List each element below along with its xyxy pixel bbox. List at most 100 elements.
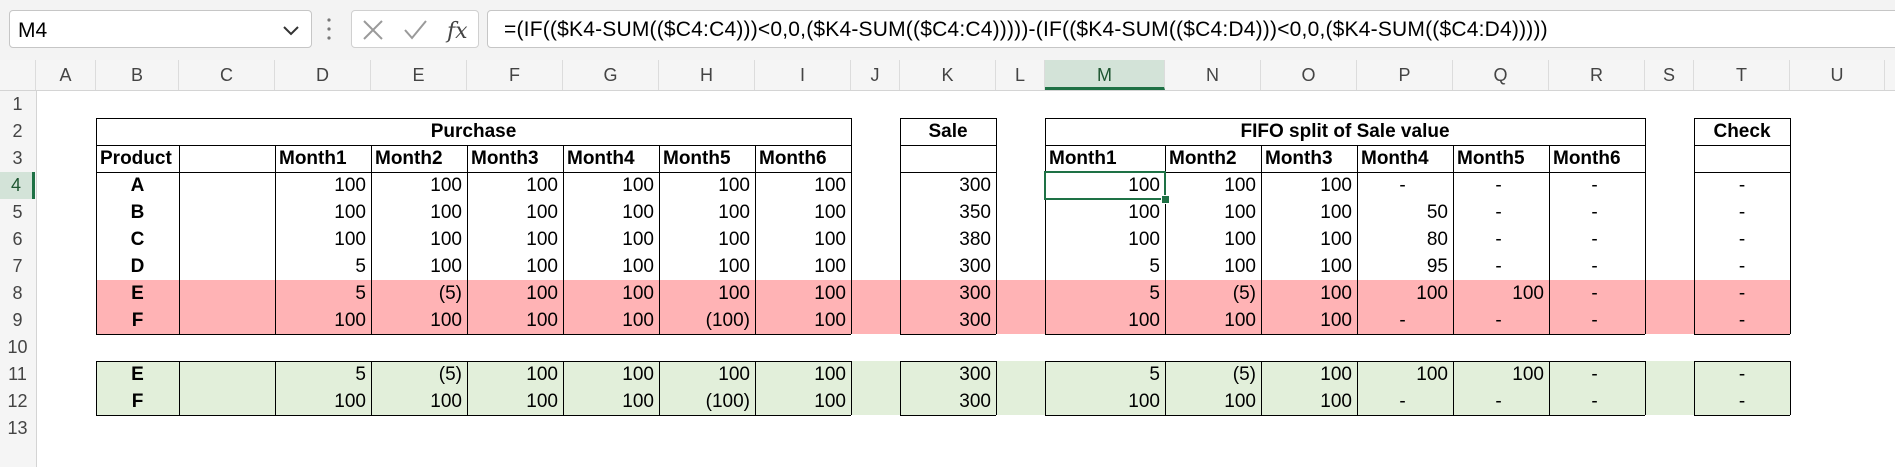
fifo-cell[interactable]: 50 (1357, 199, 1453, 226)
fifo-cell[interactable]: - (1453, 199, 1549, 226)
fifo-cell[interactable]: 100 (1261, 253, 1357, 280)
check-cell[interactable]: - (1694, 199, 1790, 226)
purchase-cell[interactable]: 100 (563, 388, 659, 415)
column-header-f[interactable]: F (467, 60, 563, 90)
check-cell[interactable]: - (1694, 361, 1790, 388)
purchase-cell[interactable]: 100 (563, 226, 659, 253)
fifo-cell[interactable]: - (1549, 253, 1645, 280)
fifo-cell[interactable]: 100 (1453, 361, 1549, 388)
row-header-7[interactable]: 7 (0, 253, 35, 280)
purchase-cell[interactable]: 100 (467, 172, 563, 199)
purchase-cell[interactable]: 100 (755, 199, 851, 226)
purchase-cell[interactable]: 100 (659, 361, 755, 388)
purchase-cell[interactable]: 100 (659, 172, 755, 199)
purchase-cell[interactable]: 100 (563, 307, 659, 334)
column-header-o[interactable]: O (1261, 60, 1357, 90)
column-header-r[interactable]: R (1549, 60, 1645, 90)
purchase-cell[interactable]: 100 (659, 253, 755, 280)
purchase-cell[interactable]: 100 (275, 172, 371, 199)
purchase-cell[interactable]: 100 (467, 307, 563, 334)
fifo-cell[interactable]: (5) (1165, 280, 1261, 307)
purchase-month-header[interactable]: Month2 (371, 145, 467, 172)
name-box-value[interactable]: M4 (18, 19, 47, 43)
purchase-header[interactable]: Purchase (96, 118, 851, 145)
sale-cell[interactable]: 300 (900, 253, 996, 280)
fifo-cell[interactable]: 100 (1261, 226, 1357, 253)
row-header-5[interactable]: 5 (0, 199, 35, 226)
purchase-cell[interactable]: 100 (563, 253, 659, 280)
fifo-month-header[interactable]: Month2 (1165, 145, 1261, 172)
fifo-cell[interactable]: 100 (1045, 307, 1165, 334)
column-header-i[interactable]: I (755, 60, 851, 90)
purchase-cell[interactable]: 100 (275, 307, 371, 334)
active-cell-outline[interactable] (1044, 171, 1166, 200)
sale-cell[interactable]: 300 (900, 172, 996, 199)
check-cell[interactable]: - (1694, 307, 1790, 334)
purchase-cell[interactable]: 100 (467, 226, 563, 253)
column-header-a[interactable]: A (36, 60, 96, 90)
fifo-header[interactable]: FIFO split of Sale value (1045, 118, 1645, 145)
column-header-d[interactable]: D (275, 60, 371, 90)
purchase-cell[interactable]: 100 (371, 253, 467, 280)
fifo-cell[interactable]: 100 (1261, 388, 1357, 415)
product-cell[interactable]: F (96, 307, 179, 334)
name-box[interactable]: M4 (9, 10, 312, 48)
product-cell[interactable]: E (96, 361, 179, 388)
column-header-g[interactable]: G (563, 60, 659, 90)
purchase-cell[interactable]: 100 (755, 172, 851, 199)
column-header-j[interactable]: J (851, 60, 900, 90)
product-header[interactable]: Product (96, 145, 179, 172)
purchase-cell[interactable]: 100 (563, 280, 659, 307)
purchase-cell[interactable]: 100 (755, 280, 851, 307)
sale-cell[interactable]: 300 (900, 307, 996, 334)
fifo-month-header[interactable]: Month1 (1045, 145, 1165, 172)
fifo-cell[interactable]: (5) (1165, 361, 1261, 388)
purchase-cell[interactable]: (5) (371, 361, 467, 388)
fifo-cell[interactable]: - (1549, 226, 1645, 253)
worksheet-grid[interactable]: ABCDEFGHIJKLMNOPQRSTU 1 2 3 4 5 6 7 8 9 10 11 12 13 … (0, 60, 1895, 467)
row-header-6[interactable]: 6 (0, 226, 35, 253)
column-header-h[interactable]: H (659, 60, 755, 90)
fifo-cell[interactable]: 100 (1045, 388, 1165, 415)
purchase-cell[interactable]: 100 (371, 172, 467, 199)
fx-icon[interactable]: fx (444, 15, 474, 45)
fifo-cell[interactable]: 100 (1261, 280, 1357, 307)
purchase-cell[interactable]: (100) (659, 388, 755, 415)
purchase-cell[interactable]: 100 (275, 226, 371, 253)
purchase-cell[interactable]: 100 (659, 226, 755, 253)
purchase-month-header[interactable]: Month1 (275, 145, 371, 172)
fifo-cell[interactable]: 100 (1165, 172, 1261, 199)
check-cell[interactable]: - (1694, 172, 1790, 199)
row-header-11[interactable]: 11 (0, 361, 35, 388)
fill-handle[interactable] (1161, 195, 1170, 204)
column-header-u[interactable]: U (1790, 60, 1885, 90)
chevron-down-icon[interactable] (281, 24, 301, 38)
fifo-cell[interactable]: - (1357, 307, 1453, 334)
purchase-cell[interactable]: 100 (755, 361, 851, 388)
fifo-month-header[interactable]: Month4 (1357, 145, 1453, 172)
check-cell[interactable]: - (1694, 280, 1790, 307)
purchase-cell[interactable]: 100 (371, 199, 467, 226)
fifo-cell[interactable]: 100 (1261, 361, 1357, 388)
purchase-cell[interactable]: 100 (275, 388, 371, 415)
purchase-cell[interactable]: 100 (755, 226, 851, 253)
select-all-corner[interactable] (0, 60, 36, 90)
column-header-l[interactable]: L (996, 60, 1045, 90)
column-header-s[interactable]: S (1645, 60, 1694, 90)
purchase-cell[interactable]: 100 (467, 361, 563, 388)
check-cell[interactable]: - (1694, 226, 1790, 253)
fifo-cell[interactable]: - (1549, 388, 1645, 415)
fifo-cell[interactable]: 100 (1165, 388, 1261, 415)
purchase-cell[interactable]: 100 (467, 388, 563, 415)
purchase-month-header[interactable]: Month5 (659, 145, 755, 172)
purchase-month-header[interactable]: Month3 (467, 145, 563, 172)
column-header-c[interactable]: C (179, 60, 275, 90)
fifo-cell[interactable]: - (1549, 280, 1645, 307)
purchase-cell[interactable]: 100 (371, 226, 467, 253)
fifo-cell[interactable]: - (1453, 388, 1549, 415)
column-header-q[interactable]: Q (1453, 60, 1549, 90)
fifo-month-header[interactable]: Month3 (1261, 145, 1357, 172)
fifo-cell[interactable]: 100 (1165, 253, 1261, 280)
row-header-9[interactable]: 9 (0, 307, 35, 334)
fifo-cell[interactable]: 5 (1045, 361, 1165, 388)
